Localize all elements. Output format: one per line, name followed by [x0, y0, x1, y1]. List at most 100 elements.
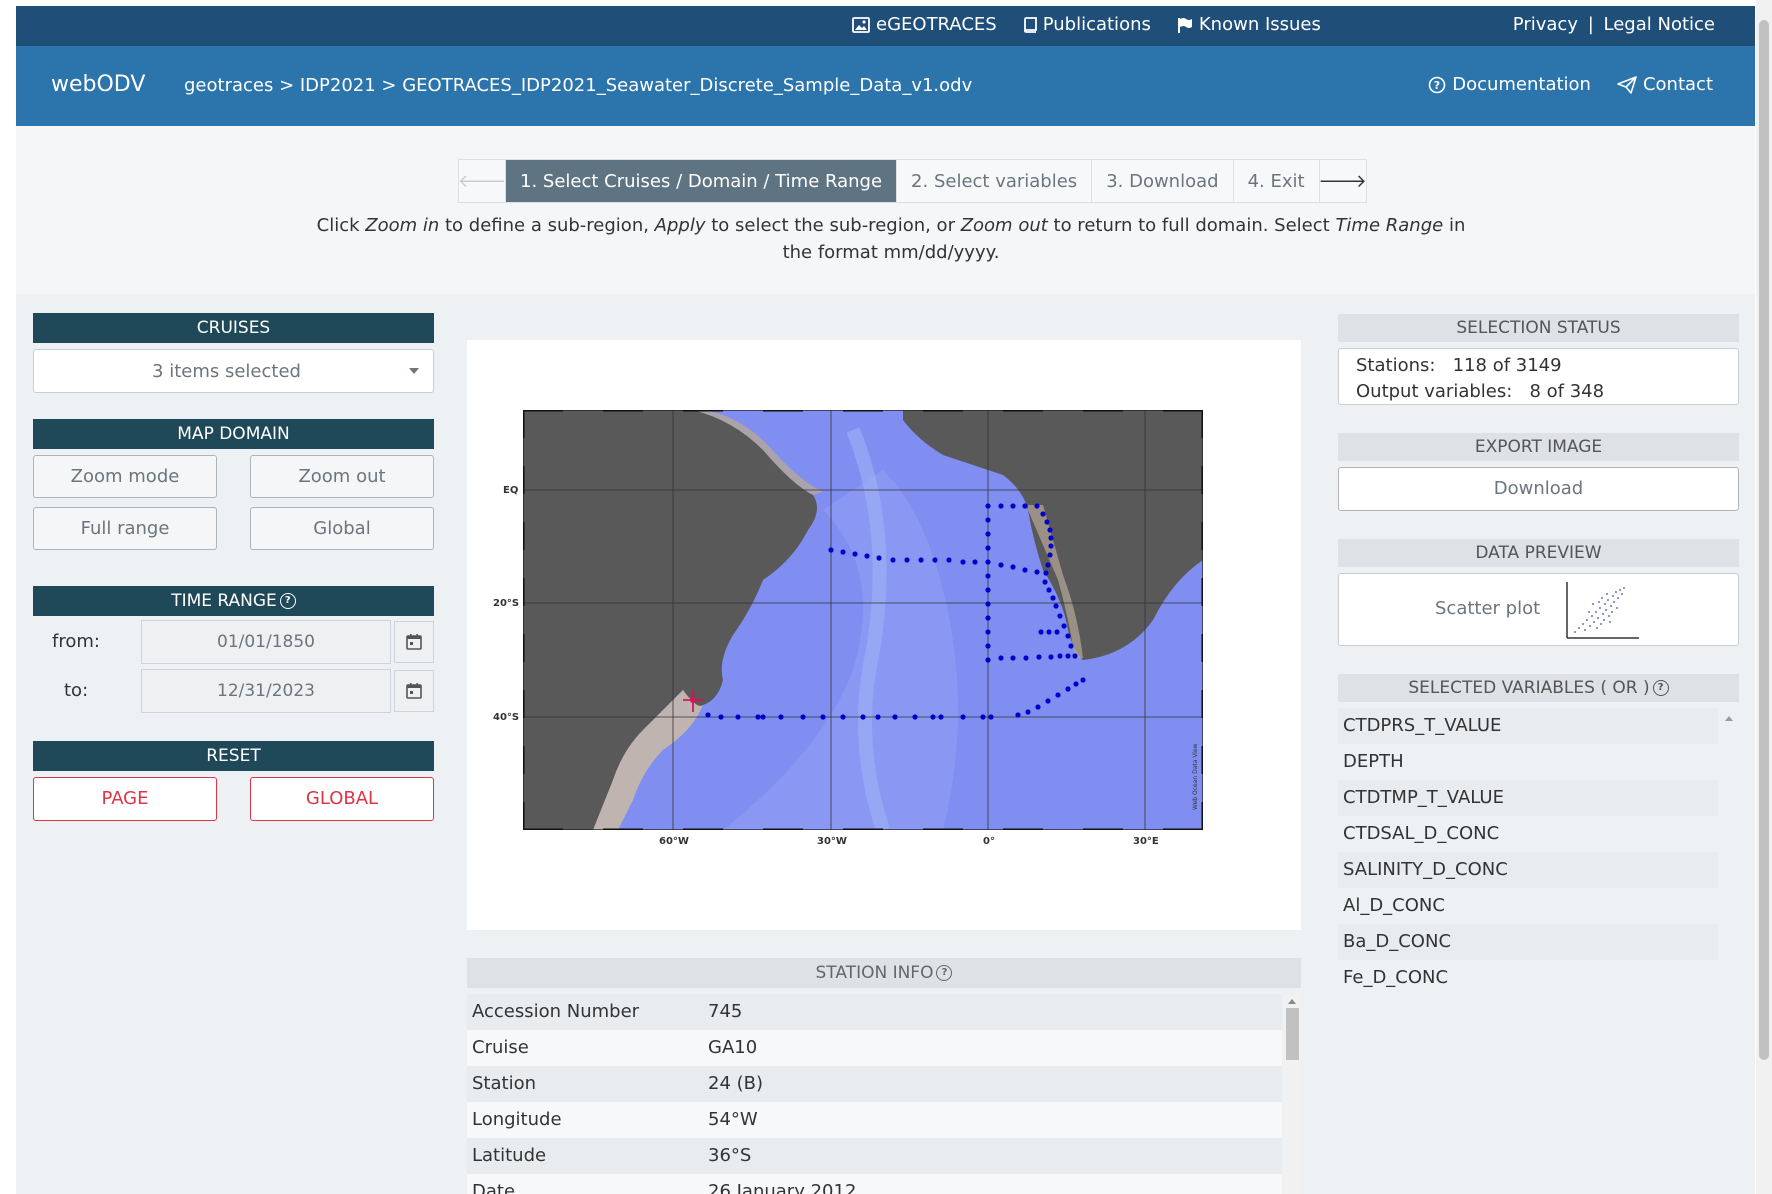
- step-4-tab[interactable]: 4. Exit: [1234, 160, 1320, 202]
- lat-label-20s: 20°S: [493, 598, 520, 609]
- selected-variables-title: SELECTED VARIABLES ( OR )?: [1338, 674, 1739, 702]
- station-info-key: Latitude: [472, 1145, 547, 1166]
- lat-label-40s: 40°S: [493, 712, 520, 723]
- list-item[interactable]: Ba_D_CONC: [1338, 924, 1718, 960]
- publications-link[interactable]: Publications: [1023, 14, 1151, 35]
- selection-status-box: Stations: 118 of 3149 Output variables: …: [1338, 348, 1739, 405]
- list-item[interactable]: CTDTMP_T_VALUE: [1338, 780, 1718, 816]
- variables-scroll-up-arrow[interactable]: [1725, 716, 1733, 721]
- book-icon: [1023, 16, 1037, 33]
- contact-link[interactable]: Contact: [1617, 74, 1713, 95]
- from-label: from:: [52, 631, 100, 652]
- calendar-icon: [406, 683, 422, 699]
- output-value: 8 of 348: [1529, 381, 1605, 402]
- zoom-mode-button[interactable]: Zoom mode: [33, 455, 217, 498]
- lon-label-30w: 30°W: [817, 836, 847, 847]
- cruises-title: CRUISES: [33, 313, 434, 343]
- list-item[interactable]: Al_D_CONC: [1338, 888, 1718, 924]
- station-info-scrollbar[interactable]: [1284, 994, 1301, 1194]
- brand-logo[interactable]: webODV: [51, 72, 145, 97]
- paper-plane-icon: [1617, 75, 1637, 94]
- full-range-button[interactable]: Full range: [33, 507, 217, 550]
- instr-part: to select the sub-region, or: [705, 215, 961, 236]
- instructions-text: Click Zoom in to define a sub-region, Ap…: [316, 212, 1466, 266]
- known-issues-link[interactable]: Known Issues: [1177, 14, 1321, 35]
- station-info-key: Accession Number: [472, 1001, 640, 1022]
- legal-links: Privacy | Legal Notice: [1513, 14, 1715, 35]
- stations-value: 118 of 3149: [1452, 355, 1562, 376]
- reset-global-button[interactable]: GLOBAL: [250, 777, 434, 821]
- zoom-out-button[interactable]: Zoom out: [250, 455, 434, 498]
- arrow-right-icon: 🡒: [1318, 170, 1367, 192]
- table-row: Latitude 36°S: [467, 1138, 1282, 1174]
- instr-time-range: Time Range: [1335, 215, 1444, 236]
- page-scrollbar[interactable]: [1756, 0, 1772, 1194]
- top-bar: eGEOTRACES Publications Known Issues Pri…: [16, 6, 1755, 46]
- time-range-title: TIME RANGE?: [33, 586, 434, 616]
- station-info-key: Station: [472, 1073, 536, 1094]
- reset-page-button[interactable]: PAGE: [33, 777, 217, 821]
- from-calendar-button[interactable]: [394, 621, 434, 663]
- instr-part: Click: [316, 215, 366, 236]
- step-1-tab[interactable]: 1. Select Cruises / Domain / Time Range: [506, 160, 898, 202]
- list-item[interactable]: DEPTH: [1338, 744, 1718, 780]
- instr-part: to return to full domain. Select: [1047, 215, 1336, 236]
- step-2-tab[interactable]: 2. Select variables: [897, 160, 1093, 202]
- scatter-plot-thumbnail-icon: [1566, 582, 1639, 639]
- table-row: Longitude 54°W: [467, 1102, 1282, 1138]
- cruises-select[interactable]: 3 items selected: [33, 349, 434, 393]
- station-info-value: 36°S: [708, 1145, 752, 1166]
- list-item[interactable]: SALINITY_D_CONC: [1338, 852, 1718, 888]
- page-scrollbar-thumb[interactable]: [1759, 20, 1769, 1060]
- privacy-link[interactable]: Privacy: [1513, 14, 1578, 35]
- egeotraces-link[interactable]: eGEOTRACES: [852, 14, 997, 35]
- arrow-left-icon: 🡐: [457, 170, 507, 192]
- question-circle-icon[interactable]: ?: [936, 965, 953, 981]
- global-button[interactable]: Global: [250, 507, 434, 550]
- station-info-key: Date: [472, 1181, 516, 1194]
- step-3-tab[interactable]: 3. Download: [1092, 160, 1234, 202]
- map-panel: EQ 20°S 40°S 60°W 30°W 0° 30°E Web Ocean…: [467, 340, 1301, 930]
- scroll-up-arrow[interactable]: [1288, 999, 1296, 1004]
- header-links: ? Documentation Contact: [1428, 74, 1713, 95]
- lon-label-30e: 30°E: [1133, 836, 1159, 847]
- from-date-input[interactable]: 01/01/1850: [141, 620, 391, 664]
- top-links: eGEOTRACES Publications Known Issues: [852, 14, 1321, 35]
- publications-label: Publications: [1042, 14, 1151, 35]
- selected-station-dot: [690, 697, 696, 703]
- lon-label-60w: 60°W: [659, 836, 689, 847]
- list-item[interactable]: Fe_D_CONC: [1338, 960, 1718, 996]
- scrollbar-thumb[interactable]: [1286, 1008, 1299, 1060]
- image-icon: [852, 16, 870, 33]
- list-item[interactable]: CTDSAL_D_CONC: [1338, 816, 1718, 852]
- station-info-key: Cruise: [472, 1037, 529, 1058]
- station-info-title-text: STATION INFO: [815, 963, 934, 983]
- browser-page: eGEOTRACES Publications Known Issues Pri…: [16, 6, 1755, 1194]
- instr-apply: Apply: [654, 215, 706, 236]
- scatter-plot-button[interactable]: Scatter plot: [1338, 573, 1739, 646]
- stations-label: Stations:: [1356, 355, 1436, 376]
- next-step-button[interactable]: 🡒: [1318, 160, 1367, 202]
- question-circle-icon[interactable]: ?: [279, 593, 296, 609]
- documentation-link[interactable]: ? Documentation: [1428, 74, 1591, 95]
- documentation-label: Documentation: [1452, 74, 1591, 95]
- legal-notice-link[interactable]: Legal Notice: [1604, 14, 1715, 35]
- station-map[interactable]: [523, 410, 1203, 830]
- question-circle-icon: ?: [1428, 76, 1446, 93]
- prev-step-button[interactable]: 🡐: [457, 160, 507, 202]
- breadcrumb: geotraces > IDP2021 > GEOTRACES_IDP2021_…: [184, 75, 973, 96]
- output-label: Output variables:: [1356, 381, 1513, 402]
- list-item[interactable]: CTDPRS_T_VALUE: [1338, 708, 1718, 744]
- export-download-button[interactable]: Download: [1338, 467, 1739, 511]
- to-calendar-button[interactable]: [394, 670, 434, 712]
- question-circle-icon[interactable]: ?: [1652, 680, 1669, 696]
- table-row: Station 24 (B): [467, 1066, 1282, 1102]
- reset-title: RESET: [33, 741, 434, 771]
- station-info-value: 24 (B): [708, 1073, 764, 1094]
- status-output-line: Output variables: 8 of 348: [1356, 379, 1604, 405]
- station-info-key: Longitude: [472, 1109, 562, 1130]
- station-info-table: Accession Number 745 Cruise GA10 Station 24…: [467, 994, 1282, 1194]
- instr-zoom-out: Zoom out: [960, 215, 1048, 236]
- cruises-selected-text: 3 items selected: [152, 361, 301, 382]
- to-date-input[interactable]: 12/31/2023: [141, 669, 391, 713]
